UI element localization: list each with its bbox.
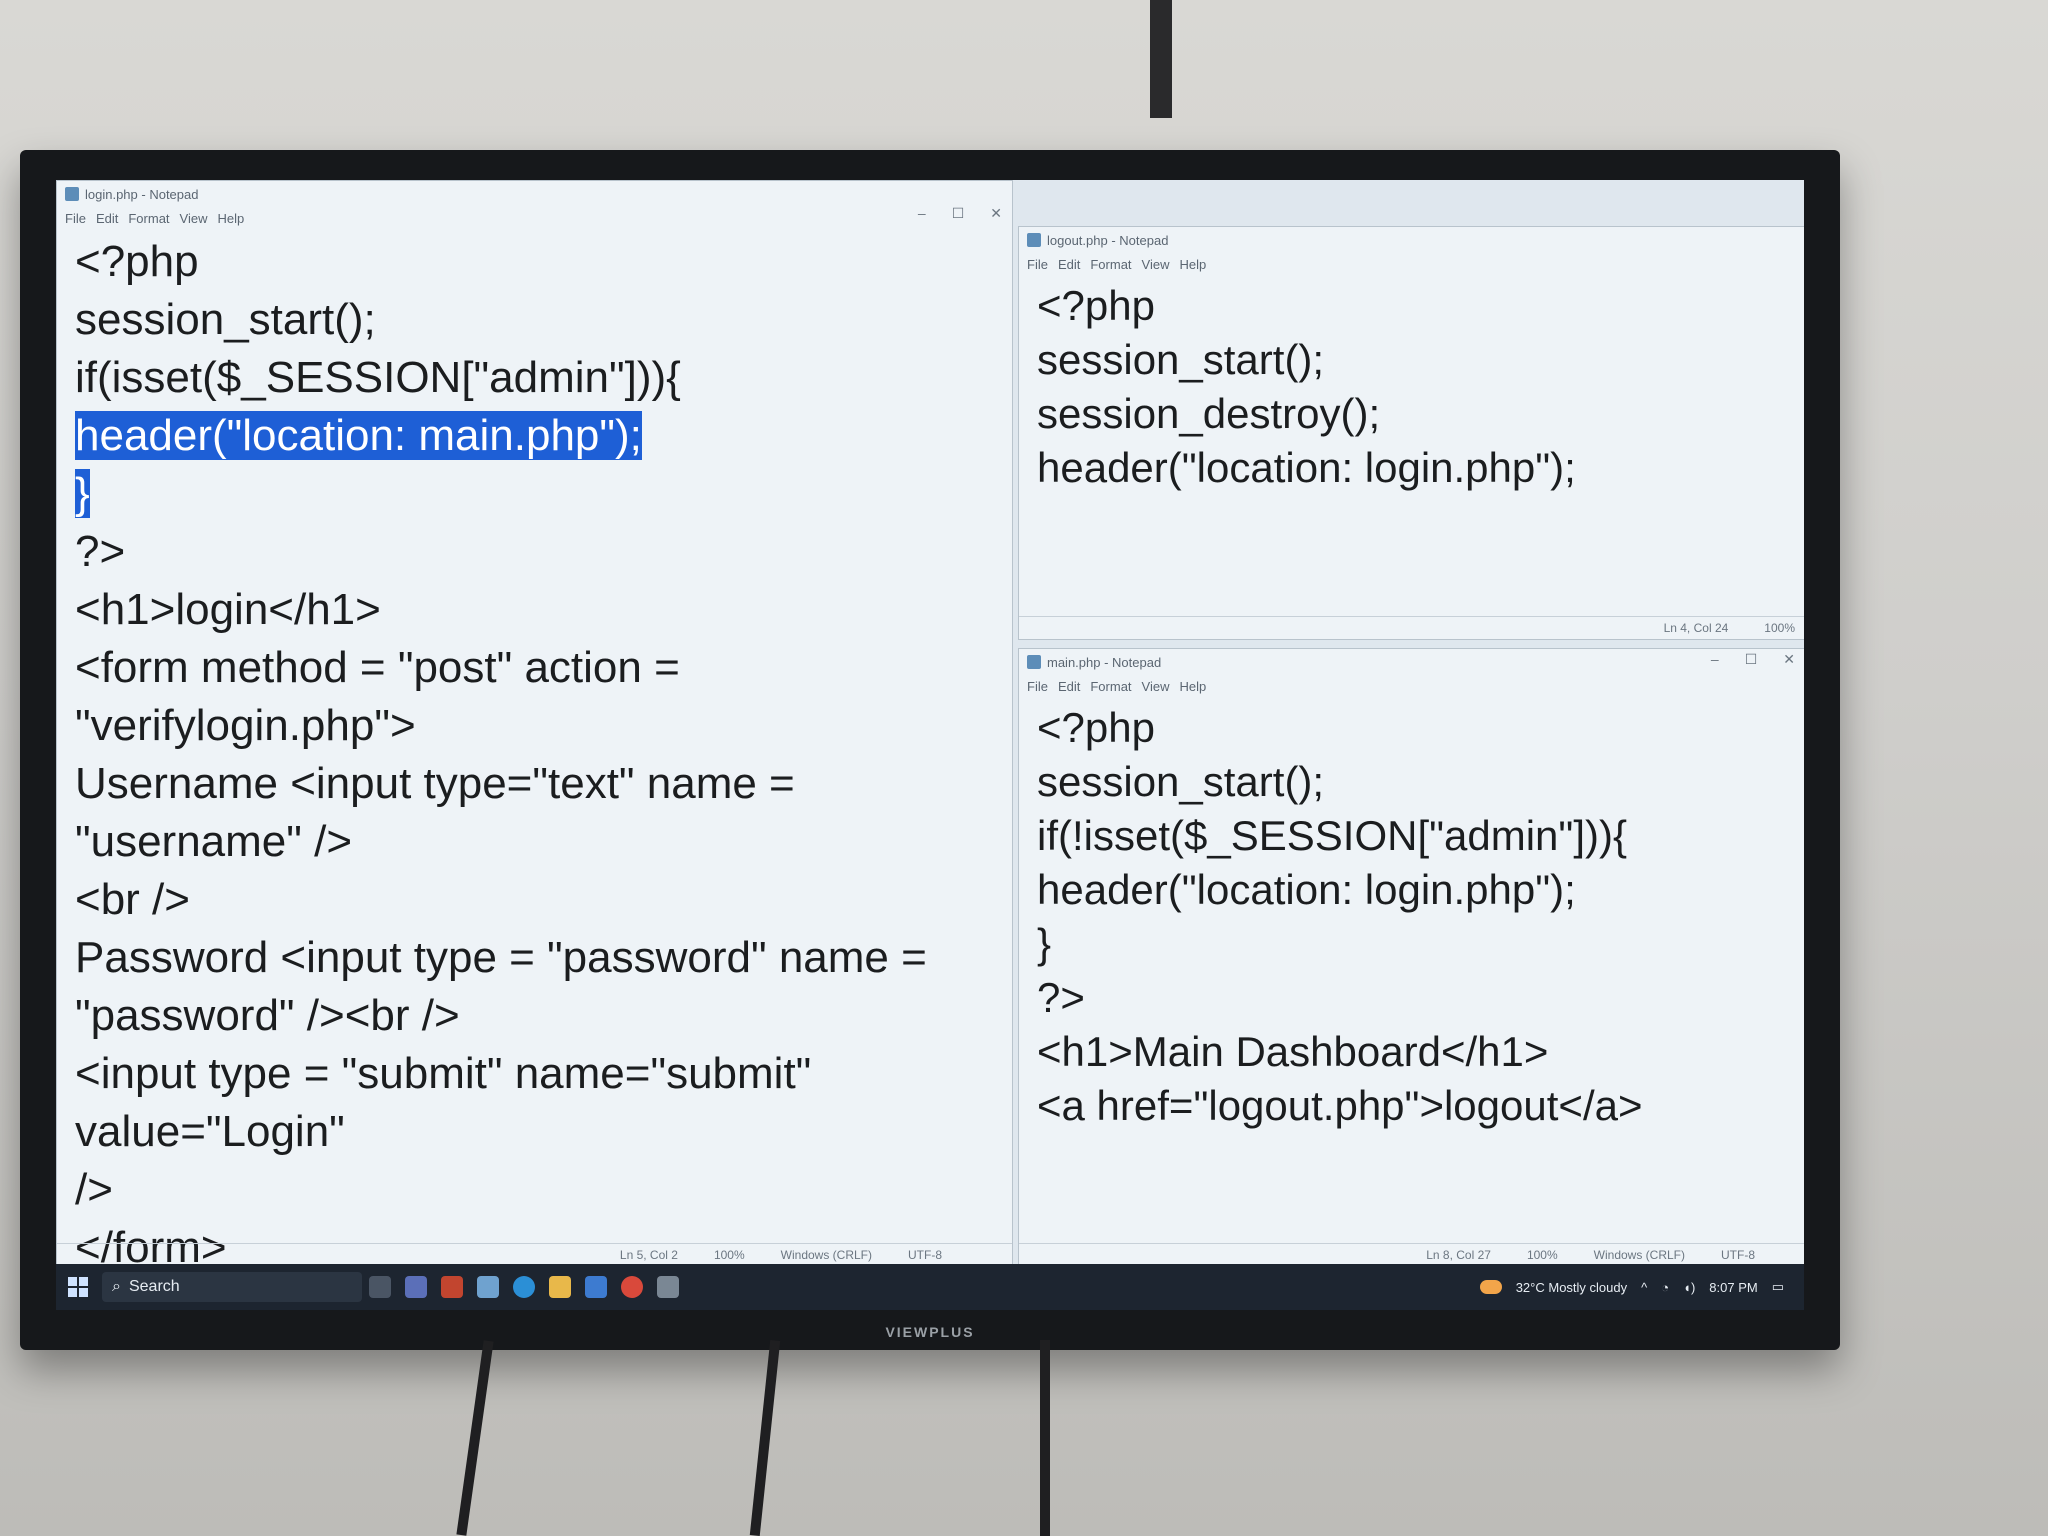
text-editor-area[interactable]: <?php session_start(); if(!isset($_SESSI… [1019,697,1804,1137]
window-title: logout.php - Notepad [1047,232,1169,248]
window-titlebar[interactable]: main.php - Notepad – ☐ ✕ [1019,649,1804,675]
menu-help[interactable]: Help [1179,679,1206,694]
notepad-icon [1027,655,1041,669]
chevron-up-icon[interactable]: ^ [1641,1280,1647,1295]
zoom-level: 100% [1764,621,1795,635]
status-bar: Ln 8, Col 27 100% Windows (CRLF) UTF-8 [1019,1243,1804,1266]
notepad-window-main[interactable]: main.php - Notepad – ☐ ✕ File Edit Forma… [1018,648,1804,1267]
tv-brand-logo: VIEWPLUS [885,1324,975,1340]
menu-edit[interactable]: Edit [96,211,118,226]
taskbar-search[interactable]: ⌕ Search [102,1272,362,1302]
notepad-icon [1027,233,1041,247]
menu-file[interactable]: File [1027,257,1048,272]
encoding: UTF-8 [1721,1248,1755,1262]
menu-file[interactable]: File [1027,679,1048,694]
clock[interactable]: 8:07 PM [1709,1280,1757,1295]
zoom-level: 100% [1526,1248,1558,1262]
window-title: login.php - Notepad [85,186,199,202]
code-text: ?> <h1>login</h1> <form method = "post" … [75,527,927,1272]
wall-pole [1150,0,1172,118]
status-bar: Ln 5, Col 2 100% Windows (CRLF) UTF-8 [57,1243,1012,1266]
search-label: Search [128,1278,180,1295]
notification-icon[interactable]: ▭ [1772,1279,1784,1295]
weather-text[interactable]: 32°C Mostly cloudy [1516,1280,1627,1295]
line-ending: Windows (CRLF) [1593,1248,1685,1262]
task-view-icon[interactable] [369,1276,391,1298]
mail-icon[interactable] [585,1276,607,1298]
menu-file[interactable]: File [65,211,86,226]
tv-monitor: login.php - Notepad File Edit Format Vie… [20,150,1840,1350]
menu-edit[interactable]: Edit [1058,679,1080,694]
code-text: <?php session_start(); if(!isset($_SESSI… [1037,704,1643,1129]
window-titlebar[interactable]: login.php - Notepad [57,181,1012,207]
close-icon[interactable]: ✕ [990,205,1002,222]
menu-help[interactable]: Help [1179,257,1206,272]
chat-icon[interactable] [405,1276,427,1298]
maximize-icon[interactable]: ☐ [1745,651,1758,668]
stand-cable [1040,1340,1050,1536]
edge-icon[interactable] [513,1276,535,1298]
power-cable [456,1340,494,1536]
menu-format[interactable]: Format [1090,257,1131,272]
close-icon[interactable]: ✕ [1783,651,1795,668]
menu-bar: File Edit Format View Help [1019,675,1804,697]
windows-start-icon[interactable] [68,1277,88,1297]
cursor-position: Ln 4, Col 24 [1663,621,1729,635]
store-icon[interactable] [657,1276,679,1298]
menu-format[interactable]: Format [1090,679,1131,694]
taskbar: ⌕ Search 32°C Mostly cloudy ^ ◔ ◖) 8:07 … [56,1264,1804,1310]
menu-help[interactable]: Help [217,211,244,226]
weather-icon [1479,1280,1502,1294]
notepad-window-logout[interactable]: logout.php - Notepad File Edit Format Vi… [1018,226,1804,640]
wifi-icon[interactable]: ◔ [1661,1280,1669,1295]
window-titlebar[interactable]: logout.php - Notepad [1019,227,1804,253]
search-icon: ⌕ [112,1278,121,1295]
desktop-screen: login.php - Notepad File Edit Format Vie… [56,180,1804,1310]
text-editor-area[interactable]: <?php session_start(); session_destroy()… [1019,275,1804,499]
system-tray: 32°C Mostly cloudy ^ ◔ ◖) 8:07 PM ▭ [1479,1279,1804,1295]
chrome-icon[interactable] [621,1276,643,1298]
menu-view[interactable]: View [1142,679,1170,694]
notepad-window-login[interactable]: login.php - Notepad File Edit Format Vie… [56,180,1013,1272]
maximize-icon[interactable]: ☐ [952,205,965,222]
file-explorer-icon[interactable] [549,1276,571,1298]
notepad-taskbar-icon[interactable] [477,1276,499,1298]
line-ending: Windows (CRLF) [780,1248,872,1262]
encoding: UTF-8 [908,1248,942,1262]
menu-view[interactable]: View [1142,257,1170,272]
status-bar: Ln 4, Col 24 100% [1019,616,1804,639]
menu-bar: File Edit Format View Help [1019,253,1804,275]
hdmi-cable [749,1340,781,1536]
code-text: <?php session_start(); session_destroy()… [1037,282,1576,491]
cursor-position: Ln 8, Col 27 [1426,1248,1491,1262]
xampp-icon[interactable] [441,1276,463,1298]
selected-text: header("location: main.php"); } [75,411,642,518]
text-editor-area[interactable]: <?php session_start(); if(isset($_SESSIO… [57,229,1012,1281]
minimize-icon[interactable]: – [918,205,926,222]
zoom-level: 100% [713,1248,745,1262]
menu-bar: File Edit Format View Help – ☐ ✕ [57,205,1012,229]
window-title: main.php - Notepad [1047,654,1162,670]
notepad-icon [65,187,79,201]
minimize-icon[interactable]: – [1711,651,1719,668]
code-text: <?php session_start(); if(isset($_SESSIO… [75,237,681,402]
volume-icon[interactable]: ◖) [1683,1280,1695,1295]
cursor-position: Ln 5, Col 2 [619,1248,678,1262]
menu-edit[interactable]: Edit [1058,257,1080,272]
menu-view[interactable]: View [180,211,208,226]
menu-format[interactable]: Format [128,211,169,226]
